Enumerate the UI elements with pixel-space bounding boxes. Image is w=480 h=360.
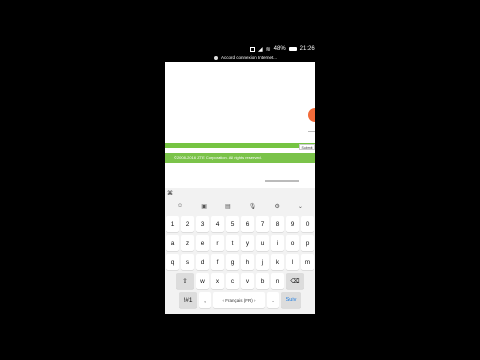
key-2[interactable]: 2: [181, 216, 194, 232]
key-o[interactable]: o: [286, 235, 299, 251]
sticker-icon[interactable]: ▣: [201, 203, 207, 210]
battery-percent: 48%: [273, 46, 286, 52]
horizontal-scrollbar[interactable]: [265, 180, 299, 182]
bottom-row: !#1 , ‹ Français (FR) › . Suiv: [166, 292, 314, 308]
next-key[interactable]: Suiv: [281, 292, 301, 308]
key-q[interactable]: q: [166, 254, 179, 270]
divider: [308, 131, 315, 132]
key-4[interactable]: 4: [211, 216, 224, 232]
key-3[interactable]: 3: [196, 216, 209, 232]
key-n[interactable]: n: [271, 273, 284, 289]
key-l[interactable]: l: [286, 254, 299, 270]
symbols-key[interactable]: !#1: [179, 292, 197, 308]
floating-action-button[interactable]: [308, 108, 315, 122]
submit-button[interactable]: Submit: [299, 144, 315, 150]
key-x[interactable]: x: [211, 273, 224, 289]
letter-row-3: ⇧ w x c v b n ⌫: [166, 273, 314, 289]
key-7[interactable]: 7: [256, 216, 269, 232]
backspace-key[interactable]: ⌫: [286, 273, 304, 289]
keyboard[interactable]: ⌘ ☺ ▣ ▤ 🎙 ⚙ ⌄ 1 2 3 4 5 6 7 8 9 0 a z e …: [165, 188, 315, 314]
web-page[interactable]: Submit ©2008-2016 ZTE Corporation. All r…: [165, 62, 315, 188]
key-v[interactable]: v: [241, 273, 254, 289]
key-f[interactable]: f: [211, 254, 224, 270]
comma-key[interactable]: ,: [199, 292, 211, 308]
key-d[interactable]: d: [196, 254, 209, 270]
key-j[interactable]: j: [256, 254, 269, 270]
key-s[interactable]: s: [181, 254, 194, 270]
key-k[interactable]: k: [271, 254, 284, 270]
key-p[interactable]: p: [301, 235, 314, 251]
key-e[interactable]: e: [196, 235, 209, 251]
key-c[interactable]: c: [226, 273, 239, 289]
green-header-bar: [165, 143, 315, 148]
key-g[interactable]: g: [226, 254, 239, 270]
keyboard-top: ⌘: [165, 188, 315, 198]
keyboard-toolbar: ☺ ▣ ▤ 🎙 ⚙ ⌄: [165, 198, 315, 214]
wifi-icon: ≋: [265, 46, 271, 53]
translate-icon[interactable]: ⌘: [167, 190, 173, 197]
battery-icon: [288, 47, 297, 51]
space-key[interactable]: ‹ Français (FR) ›: [213, 292, 265, 308]
notification-text: Accord connexion Internet...: [221, 55, 278, 60]
screenshot-icon: [250, 46, 255, 52]
clock: 21:26: [299, 46, 315, 52]
key-h[interactable]: h: [241, 254, 254, 270]
letter-row-2: q s d f g h j k l m: [166, 254, 314, 270]
key-u[interactable]: u: [256, 235, 269, 251]
key-w[interactable]: w: [196, 273, 209, 289]
key-5[interactable]: 5: [226, 216, 239, 232]
key-z[interactable]: z: [181, 235, 194, 251]
settings-icon[interactable]: ⚙: [274, 203, 279, 210]
key-6[interactable]: 6: [241, 216, 254, 232]
shift-icon: ⇧: [182, 278, 188, 285]
key-9[interactable]: 9: [286, 216, 299, 232]
key-0[interactable]: 0: [301, 216, 314, 232]
backspace-icon: ⌫: [290, 278, 300, 285]
key-8[interactable]: 8: [271, 216, 284, 232]
period-key[interactable]: .: [267, 292, 279, 308]
key-t[interactable]: t: [226, 235, 239, 251]
key-y[interactable]: y: [241, 235, 254, 251]
notification-icon: [214, 55, 218, 60]
status-bar: ◢ ≋ 48% 21:26: [250, 44, 316, 54]
key-b[interactable]: b: [256, 273, 269, 289]
notification[interactable]: Accord connexion Internet...: [214, 55, 277, 60]
mic-icon[interactable]: 🎙: [249, 203, 257, 210]
key-1[interactable]: 1: [166, 216, 179, 232]
collapse-icon[interactable]: ⌄: [298, 203, 303, 210]
shift-key[interactable]: ⇧: [176, 273, 194, 289]
key-r[interactable]: r: [211, 235, 224, 251]
key-a[interactable]: a: [166, 235, 179, 251]
signal-icon: ◢: [258, 46, 263, 53]
gif-icon[interactable]: ▤: [225, 203, 231, 210]
copyright-footer: ©2008-2016 ZTE Corporation. All rights r…: [165, 153, 315, 163]
number-row: 1 2 3 4 5 6 7 8 9 0: [166, 216, 314, 232]
key-i[interactable]: i: [271, 235, 284, 251]
emoji-icon[interactable]: ☺: [177, 203, 183, 209]
letter-row-1: a z e r t y u i o p: [166, 235, 314, 251]
key-m[interactable]: m: [301, 254, 314, 270]
